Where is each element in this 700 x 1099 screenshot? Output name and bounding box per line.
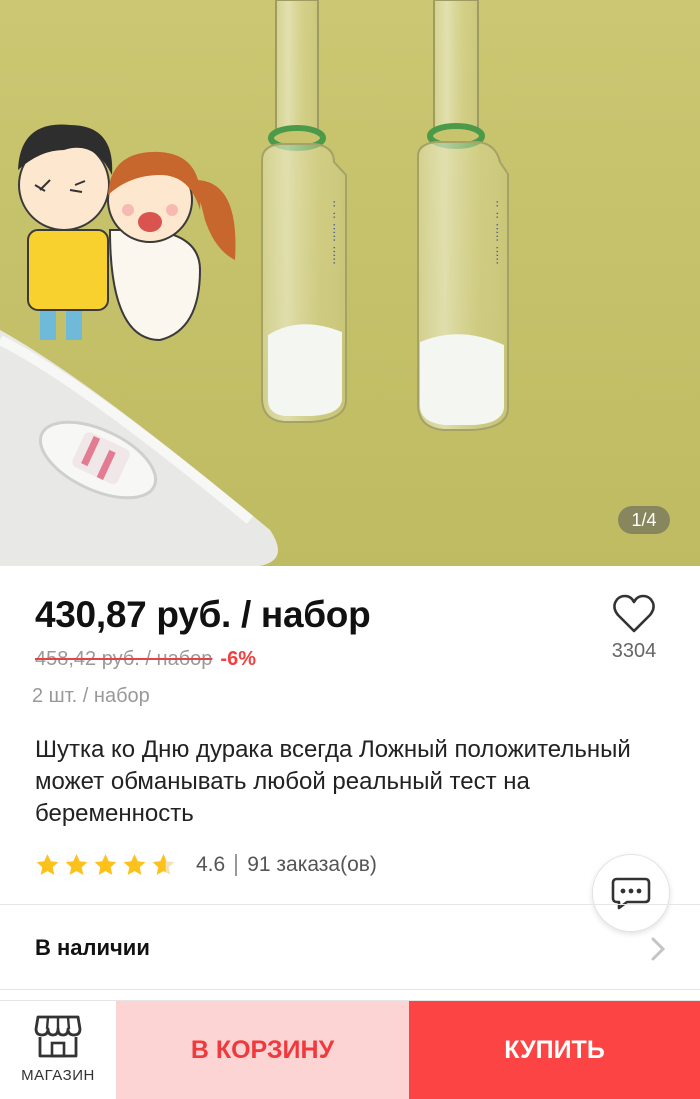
store-icon	[34, 1015, 82, 1058]
wishlist-count: 3304	[611, 640, 657, 662]
product-image-gallery[interactable]: ·· ·· ····· ····· ·· ·· ····· ····· 1/4	[0, 0, 700, 566]
current-price: 430,87 руб. / набор	[35, 594, 371, 635]
buy-now-button[interactable]: КУПИТЬ	[409, 1001, 700, 1099]
svg-text:·· ·· ····· ·····: ·· ·· ····· ·····	[327, 200, 341, 265]
old-price: 458,42 руб. / набор	[35, 648, 213, 670]
discount-badge: -6%	[220, 648, 256, 670]
star-icon	[94, 854, 117, 875]
add-to-cart-button[interactable]: В КОРЗИНУ	[116, 1001, 409, 1099]
svg-text:·· ·· ····· ·····: ·· ·· ····· ·····	[490, 200, 504, 265]
old-price-row: 458,42 руб. / набор -6%	[35, 648, 256, 671]
wishlist-button[interactable]: 3304	[604, 594, 664, 663]
availability-label: В наличии	[35, 935, 150, 960]
rating-stars	[33, 852, 178, 878]
chevron-right-icon	[651, 937, 666, 961]
image-counter-badge: 1/4	[618, 506, 670, 534]
orders-count: 91 заказа(ов)	[247, 853, 377, 876]
half-star-icon	[152, 854, 175, 875]
store-button[interactable]: МАГАЗИН	[0, 1001, 116, 1099]
product-title: Шутка ко Дню дурака всегда Ложный положи…	[35, 736, 631, 827]
bottom-action-bar: МАГАЗИН В КОРЗИНУ КУПИТЬ	[0, 1000, 700, 1099]
rating-separator	[235, 854, 238, 876]
store-label: МАГАЗИН	[21, 1067, 95, 1084]
unit-info: 2 шт. / набор	[32, 685, 150, 707]
star-icon	[123, 854, 146, 875]
divider	[0, 989, 700, 990]
availability-row[interactable]: В наличии	[0, 905, 700, 989]
heart-outline-icon	[613, 594, 655, 633]
star-icon	[36, 854, 59, 875]
rating-row[interactable]: 4.6 91 заказа(ов)	[33, 850, 377, 880]
star-icon	[65, 854, 88, 875]
rating-value: 4.6	[196, 853, 226, 876]
product-photo: ·· ·· ····· ····· ·· ·· ····· ·····	[0, 0, 700, 566]
